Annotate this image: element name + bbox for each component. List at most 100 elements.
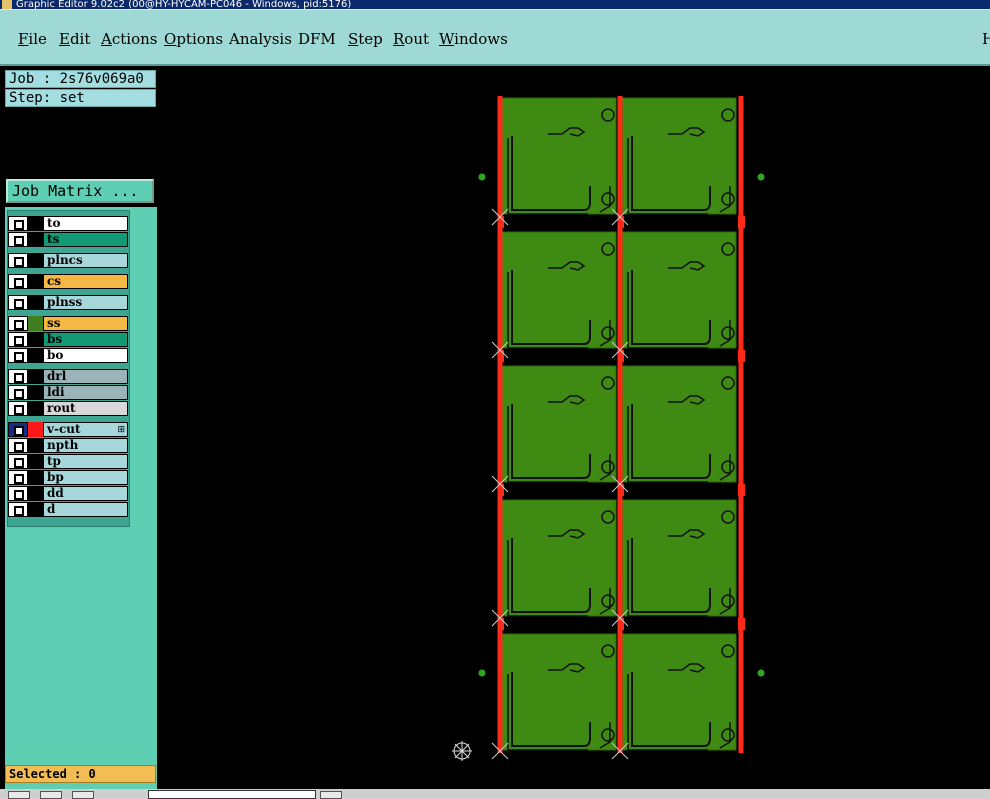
layer-color-swatch[interactable]	[28, 232, 43, 247]
layer-color-swatch[interactable]	[28, 332, 43, 347]
layer-row-plncs[interactable]: plncs	[8, 253, 130, 268]
toolbar-button[interactable]	[40, 791, 62, 799]
layer-row-v-cut[interactable]: v-cut ⊞	[8, 422, 130, 437]
layer-color-swatch[interactable]	[28, 369, 43, 384]
layer-row-rout[interactable]: rout	[8, 401, 130, 416]
checkbox-icon	[14, 474, 24, 484]
menu-help[interactable]: H	[982, 30, 990, 48]
layer-checkbox[interactable]	[8, 232, 28, 247]
checkbox-icon	[14, 299, 24, 309]
layer-checkbox[interactable]	[8, 253, 28, 268]
layer-row-npth[interactable]: npth	[8, 438, 130, 453]
checkbox-icon	[14, 373, 24, 383]
layer-checkbox[interactable]	[8, 438, 28, 453]
title-bar: Graphic Editor 9.02c2 (00@HY-HYCAM-PC046…	[0, 0, 990, 9]
pcb-board	[501, 97, 617, 215]
toolbar-button[interactable]	[320, 791, 342, 799]
layer-checkbox[interactable]	[8, 348, 28, 363]
menu-edit[interactable]: Edit	[59, 30, 90, 48]
layer-name[interactable]: ts	[43, 232, 128, 247]
checkbox-icon	[14, 352, 24, 362]
graphic-canvas[interactable]	[158, 67, 990, 789]
layer-color-swatch[interactable]	[28, 470, 43, 485]
layer-color-swatch[interactable]	[28, 253, 43, 268]
job-matrix-button[interactable]: Job Matrix ...	[6, 179, 154, 203]
menu-options[interactable]: Options	[164, 30, 223, 48]
layer-row-bo[interactable]: bo	[8, 348, 130, 363]
menu-dfm[interactable]: DFM	[298, 30, 336, 48]
menu-actions[interactable]: Actions	[101, 30, 157, 48]
layer-row-tp[interactable]: tp	[8, 454, 130, 469]
layer-color-swatch[interactable]	[28, 401, 43, 416]
layer-name[interactable]: bo	[43, 348, 128, 363]
menu-windows[interactable]: Windows	[439, 30, 508, 48]
layer-color-swatch[interactable]	[28, 216, 43, 231]
layer-checkbox[interactable]	[8, 486, 28, 501]
layer-list: to ts plncs cs plnss ss bs bo drl ldi rout v-cut ⊞ np…	[7, 210, 130, 527]
layer-name[interactable]: dd	[43, 486, 128, 501]
menu-file[interactable]: File	[18, 30, 47, 48]
toolbar-button[interactable]	[8, 791, 30, 799]
layer-name[interactable]: ss	[43, 316, 128, 331]
layer-name[interactable]: bs	[43, 332, 128, 347]
layer-checkbox[interactable]	[8, 369, 28, 384]
layer-color-swatch[interactable]	[28, 274, 43, 289]
layer-checkbox[interactable]	[8, 216, 28, 231]
layer-row-d[interactable]: d	[8, 502, 130, 517]
layer-name[interactable]: tp	[43, 454, 128, 469]
layer-color-swatch[interactable]	[28, 454, 43, 469]
checkbox-icon	[14, 336, 24, 346]
layer-checkbox[interactable]	[8, 316, 28, 331]
layer-name[interactable]: drl	[43, 369, 128, 384]
menu-analysis[interactable]: Analysis	[229, 30, 292, 48]
layer-row-dd[interactable]: dd	[8, 486, 130, 501]
layer-name[interactable]: plncs	[43, 253, 128, 268]
layer-checkbox[interactable]	[8, 332, 28, 347]
layer-color-swatch[interactable]	[28, 316, 43, 331]
layer-color-swatch[interactable]	[28, 295, 43, 310]
layer-name[interactable]: d	[43, 502, 128, 517]
layer-checkbox[interactable]	[8, 274, 28, 289]
layer-name[interactable]: bp	[43, 470, 128, 485]
command-input[interactable]	[148, 790, 316, 799]
layer-row-drl[interactable]: drl	[8, 369, 130, 384]
menu-rout[interactable]: Rout	[393, 30, 429, 48]
layer-color-swatch[interactable]	[28, 385, 43, 400]
layer-name[interactable]: ldi	[43, 385, 128, 400]
layer-color-swatch[interactable]	[28, 348, 43, 363]
layer-name[interactable]: to	[43, 216, 128, 231]
layer-row-to[interactable]: to	[8, 216, 130, 231]
layer-checkbox[interactable]	[8, 470, 28, 485]
left-panel: Job : 2s76v069a0 Step: set Job Matrix ..…	[0, 67, 158, 799]
layer-checkbox[interactable]	[8, 502, 28, 517]
layer-name[interactable]: npth	[43, 438, 128, 453]
menu-step[interactable]: Step	[348, 30, 383, 48]
layer-checkbox[interactable]	[8, 401, 28, 416]
layer-name[interactable]: rout	[43, 401, 128, 416]
layer-color-swatch[interactable]	[28, 422, 43, 437]
layer-name[interactable]: cs	[43, 274, 128, 289]
layer-name[interactable]: plnss	[43, 295, 128, 310]
checkbox-icon	[14, 278, 24, 288]
layer-checkbox[interactable]	[8, 422, 28, 437]
layer-row-ts[interactable]: ts	[8, 232, 130, 247]
layer-color-swatch[interactable]	[28, 502, 43, 517]
layer-color-swatch[interactable]	[28, 438, 43, 453]
origin-icon	[452, 741, 472, 761]
toolbar-button[interactable]	[72, 791, 94, 799]
layer-row-plnss[interactable]: plnss	[8, 295, 130, 310]
layer-row-ldi[interactable]: ldi	[8, 385, 130, 400]
checkbox-icon	[14, 458, 24, 468]
layer-name[interactable]: v-cut ⊞	[43, 422, 128, 437]
pcb-board	[621, 633, 737, 751]
step-name: Step: set	[5, 89, 156, 107]
layer-checkbox[interactable]	[8, 295, 28, 310]
layer-checkbox[interactable]	[8, 385, 28, 400]
layer-row-cs[interactable]: cs	[8, 274, 130, 289]
layer-row-bs[interactable]: bs	[8, 332, 130, 347]
layer-row-bp[interactable]: bp	[8, 470, 130, 485]
fiducial-dot	[478, 173, 486, 181]
layer-row-ss[interactable]: ss	[8, 316, 130, 331]
layer-color-swatch[interactable]	[28, 486, 43, 501]
layer-checkbox[interactable]	[8, 454, 28, 469]
